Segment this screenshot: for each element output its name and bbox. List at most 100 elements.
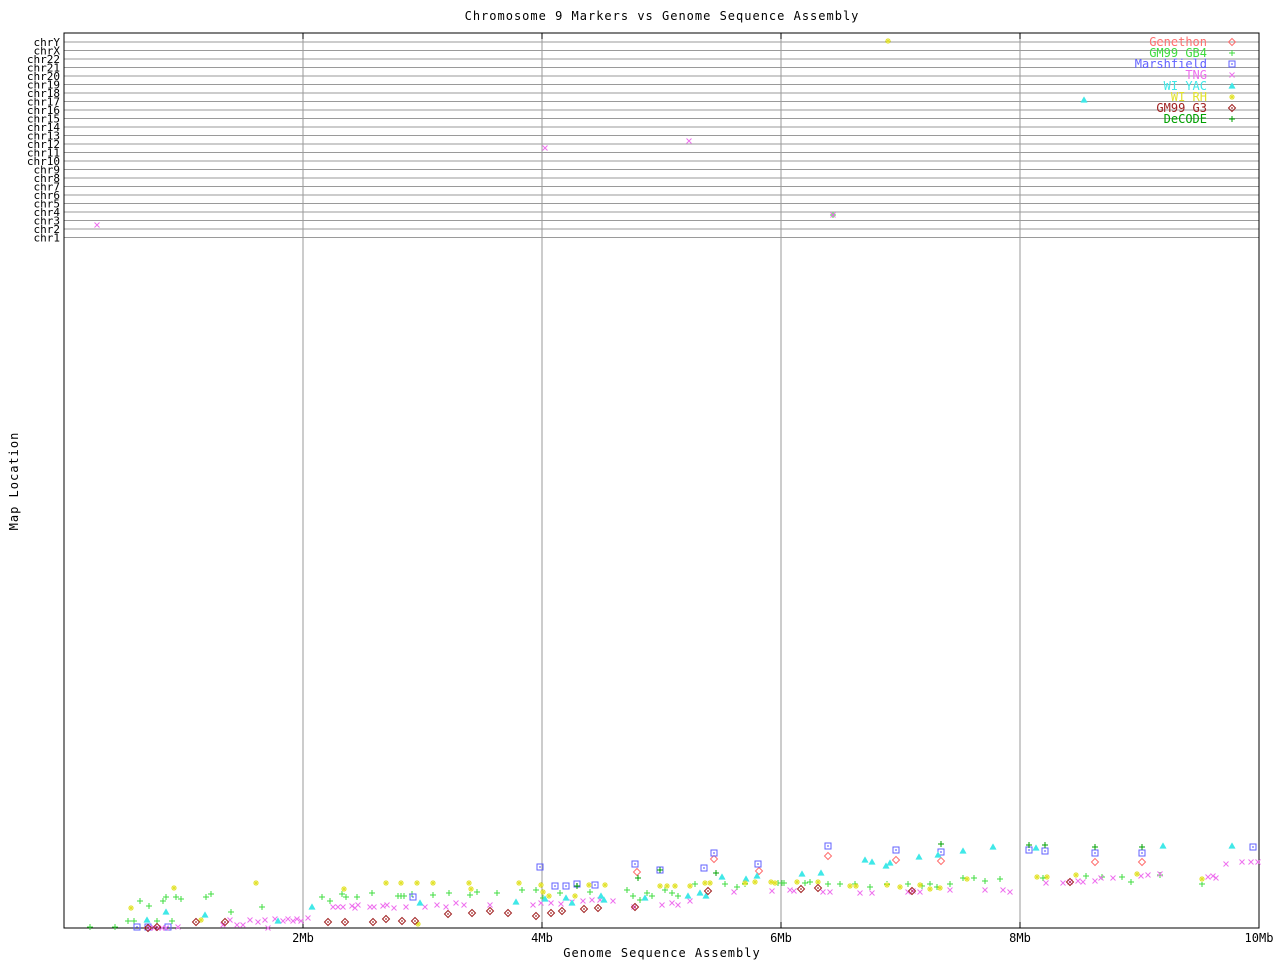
marker-cross bbox=[1255, 859, 1261, 865]
marker-cross bbox=[1075, 878, 1081, 884]
marker-cross bbox=[827, 889, 833, 895]
marker-diamond-center-dot bbox=[195, 921, 197, 923]
marker-diamond-center-dot bbox=[707, 890, 709, 892]
marker-diamond-center-dot bbox=[535, 915, 537, 917]
marker-cross bbox=[558, 901, 564, 907]
x-axis-title: Genome Sequence Assembly bbox=[563, 946, 761, 960]
marker-plus bbox=[1128, 879, 1134, 885]
marker-plus bbox=[982, 878, 988, 884]
marker-star bbox=[707, 880, 713, 886]
marker-diamond-center-dot bbox=[489, 910, 491, 912]
marker-plus bbox=[1229, 116, 1235, 122]
marker-star bbox=[540, 889, 546, 895]
marker-plus bbox=[837, 881, 843, 887]
marker-cross bbox=[262, 917, 268, 923]
marker-star bbox=[885, 38, 891, 44]
marker-cross bbox=[305, 915, 311, 921]
marker-triangle bbox=[568, 899, 576, 906]
marker-square-center-dot bbox=[136, 926, 138, 928]
marker-triangle bbox=[989, 843, 997, 850]
marker-square-center-dot bbox=[412, 896, 414, 898]
marker-star bbox=[430, 880, 436, 886]
marker-cross bbox=[1098, 875, 1104, 881]
marker-cross bbox=[234, 922, 240, 928]
marker-star bbox=[672, 883, 678, 889]
marker-cross bbox=[371, 904, 377, 910]
marker-triangle bbox=[886, 859, 894, 866]
marker-diamond-center-dot bbox=[550, 912, 552, 914]
marker-cross bbox=[355, 902, 361, 908]
marker-plus bbox=[169, 918, 175, 924]
marker-plus bbox=[947, 881, 953, 887]
marker-diamond-center-dot bbox=[507, 912, 509, 914]
marker-cross bbox=[669, 900, 675, 906]
marker-star bbox=[253, 880, 259, 886]
marker-diamond-center-dot bbox=[471, 912, 473, 914]
marker-diamond bbox=[709, 854, 719, 864]
marker-diamond-center-dot bbox=[414, 920, 416, 922]
marker-square-center-dot bbox=[757, 863, 759, 865]
marker-triangle bbox=[201, 911, 209, 918]
marker-diamond-center-dot bbox=[344, 921, 346, 923]
marker-triangle bbox=[915, 853, 923, 860]
marker-square-center-dot bbox=[703, 867, 705, 869]
marker-cross bbox=[1043, 880, 1049, 886]
marker-triangle bbox=[868, 858, 876, 865]
marker-diamond bbox=[891, 855, 901, 865]
marker-square-center-dot bbox=[1028, 849, 1030, 851]
marker-cross bbox=[1092, 878, 1098, 884]
marker-diamond-center-dot bbox=[911, 890, 913, 892]
marker-star bbox=[1073, 872, 1079, 878]
marker-cross bbox=[391, 905, 397, 911]
marker-cross bbox=[686, 138, 692, 144]
marker-star bbox=[927, 886, 933, 892]
marker-plus bbox=[1157, 872, 1163, 878]
marker-cross bbox=[530, 902, 536, 908]
marker-star bbox=[516, 880, 522, 886]
marker-plus bbox=[163, 894, 169, 900]
x-tick-label-6Mb: 6Mb bbox=[770, 931, 792, 945]
marker-cross bbox=[820, 889, 826, 895]
marker-plus bbox=[228, 909, 234, 915]
marker-plus bbox=[825, 881, 831, 887]
marker-cross bbox=[610, 898, 616, 904]
marker-square-center-dot bbox=[1252, 846, 1254, 848]
x-tick-label-4Mb: 4Mb bbox=[531, 931, 553, 945]
marker-diamond-center-dot bbox=[597, 907, 599, 909]
marker-triangle bbox=[718, 873, 726, 880]
marker-cross bbox=[1110, 875, 1116, 881]
marker-triangle bbox=[416, 899, 424, 906]
marker-plus bbox=[87, 924, 93, 930]
marker-triangle bbox=[1228, 82, 1236, 89]
marker-plus bbox=[146, 903, 152, 909]
marker-plus bbox=[734, 884, 740, 890]
marker-plus bbox=[1042, 842, 1048, 848]
marker-cross bbox=[255, 919, 261, 925]
marker-plus bbox=[160, 898, 166, 904]
marker-cross bbox=[1145, 872, 1151, 878]
marker-plus bbox=[369, 890, 375, 896]
marker-star bbox=[752, 879, 758, 885]
marker-diamond-center-dot bbox=[634, 906, 636, 908]
marker-square-center-dot bbox=[1044, 850, 1046, 852]
marker-star bbox=[468, 886, 474, 892]
marker-square-center-dot bbox=[827, 845, 829, 847]
marker-plus bbox=[574, 883, 580, 889]
marker-plus bbox=[259, 904, 265, 910]
marker-star bbox=[657, 883, 663, 889]
marker-cross bbox=[453, 900, 459, 906]
marker-cross bbox=[280, 918, 286, 924]
marker-plus bbox=[669, 890, 675, 896]
marker-cross bbox=[791, 888, 797, 894]
marker-plus bbox=[997, 876, 1003, 882]
marker-cross bbox=[340, 904, 346, 910]
marker-plus bbox=[446, 890, 452, 896]
marker-plus bbox=[657, 867, 663, 873]
marker-plus bbox=[675, 893, 681, 899]
marker-plus bbox=[343, 894, 349, 900]
marker-star bbox=[546, 893, 552, 899]
marker-diamond bbox=[1090, 857, 1100, 867]
plot-border bbox=[63, 32, 1260, 929]
marker-diamond-center-dot bbox=[817, 887, 819, 889]
marker-plus bbox=[630, 893, 636, 899]
